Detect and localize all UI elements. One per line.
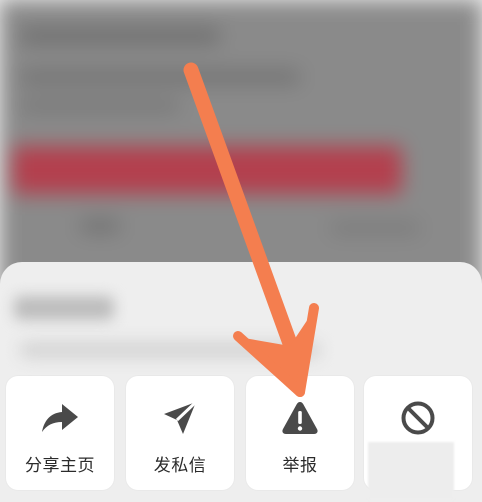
blurred-text-line bbox=[20, 100, 180, 112]
share-profile-label: 分享主页 bbox=[25, 456, 95, 476]
screen: 分享主页 发私信 举报 bbox=[0, 0, 482, 502]
blurred-sheet-header bbox=[14, 296, 114, 320]
blurred-text-line bbox=[20, 28, 220, 44]
blurred-sheet-subheader bbox=[20, 342, 320, 358]
blurred-text-line bbox=[20, 70, 300, 84]
warning-icon bbox=[280, 398, 320, 438]
share-icon bbox=[40, 398, 80, 438]
report-label: 举报 bbox=[282, 456, 318, 476]
blurred-red-button bbox=[12, 146, 402, 194]
send-message-button[interactable]: 发私信 bbox=[126, 376, 234, 490]
send-message-icon bbox=[160, 398, 200, 438]
send-message-label: 发私信 bbox=[153, 456, 207, 476]
blurred-text-line bbox=[330, 222, 420, 234]
block-icon bbox=[398, 398, 438, 438]
watermark-patch bbox=[368, 442, 454, 500]
blurred-text-line bbox=[80, 220, 120, 232]
report-button[interactable]: 举报 bbox=[246, 376, 354, 490]
share-profile-button[interactable]: 分享主页 bbox=[6, 376, 114, 490]
